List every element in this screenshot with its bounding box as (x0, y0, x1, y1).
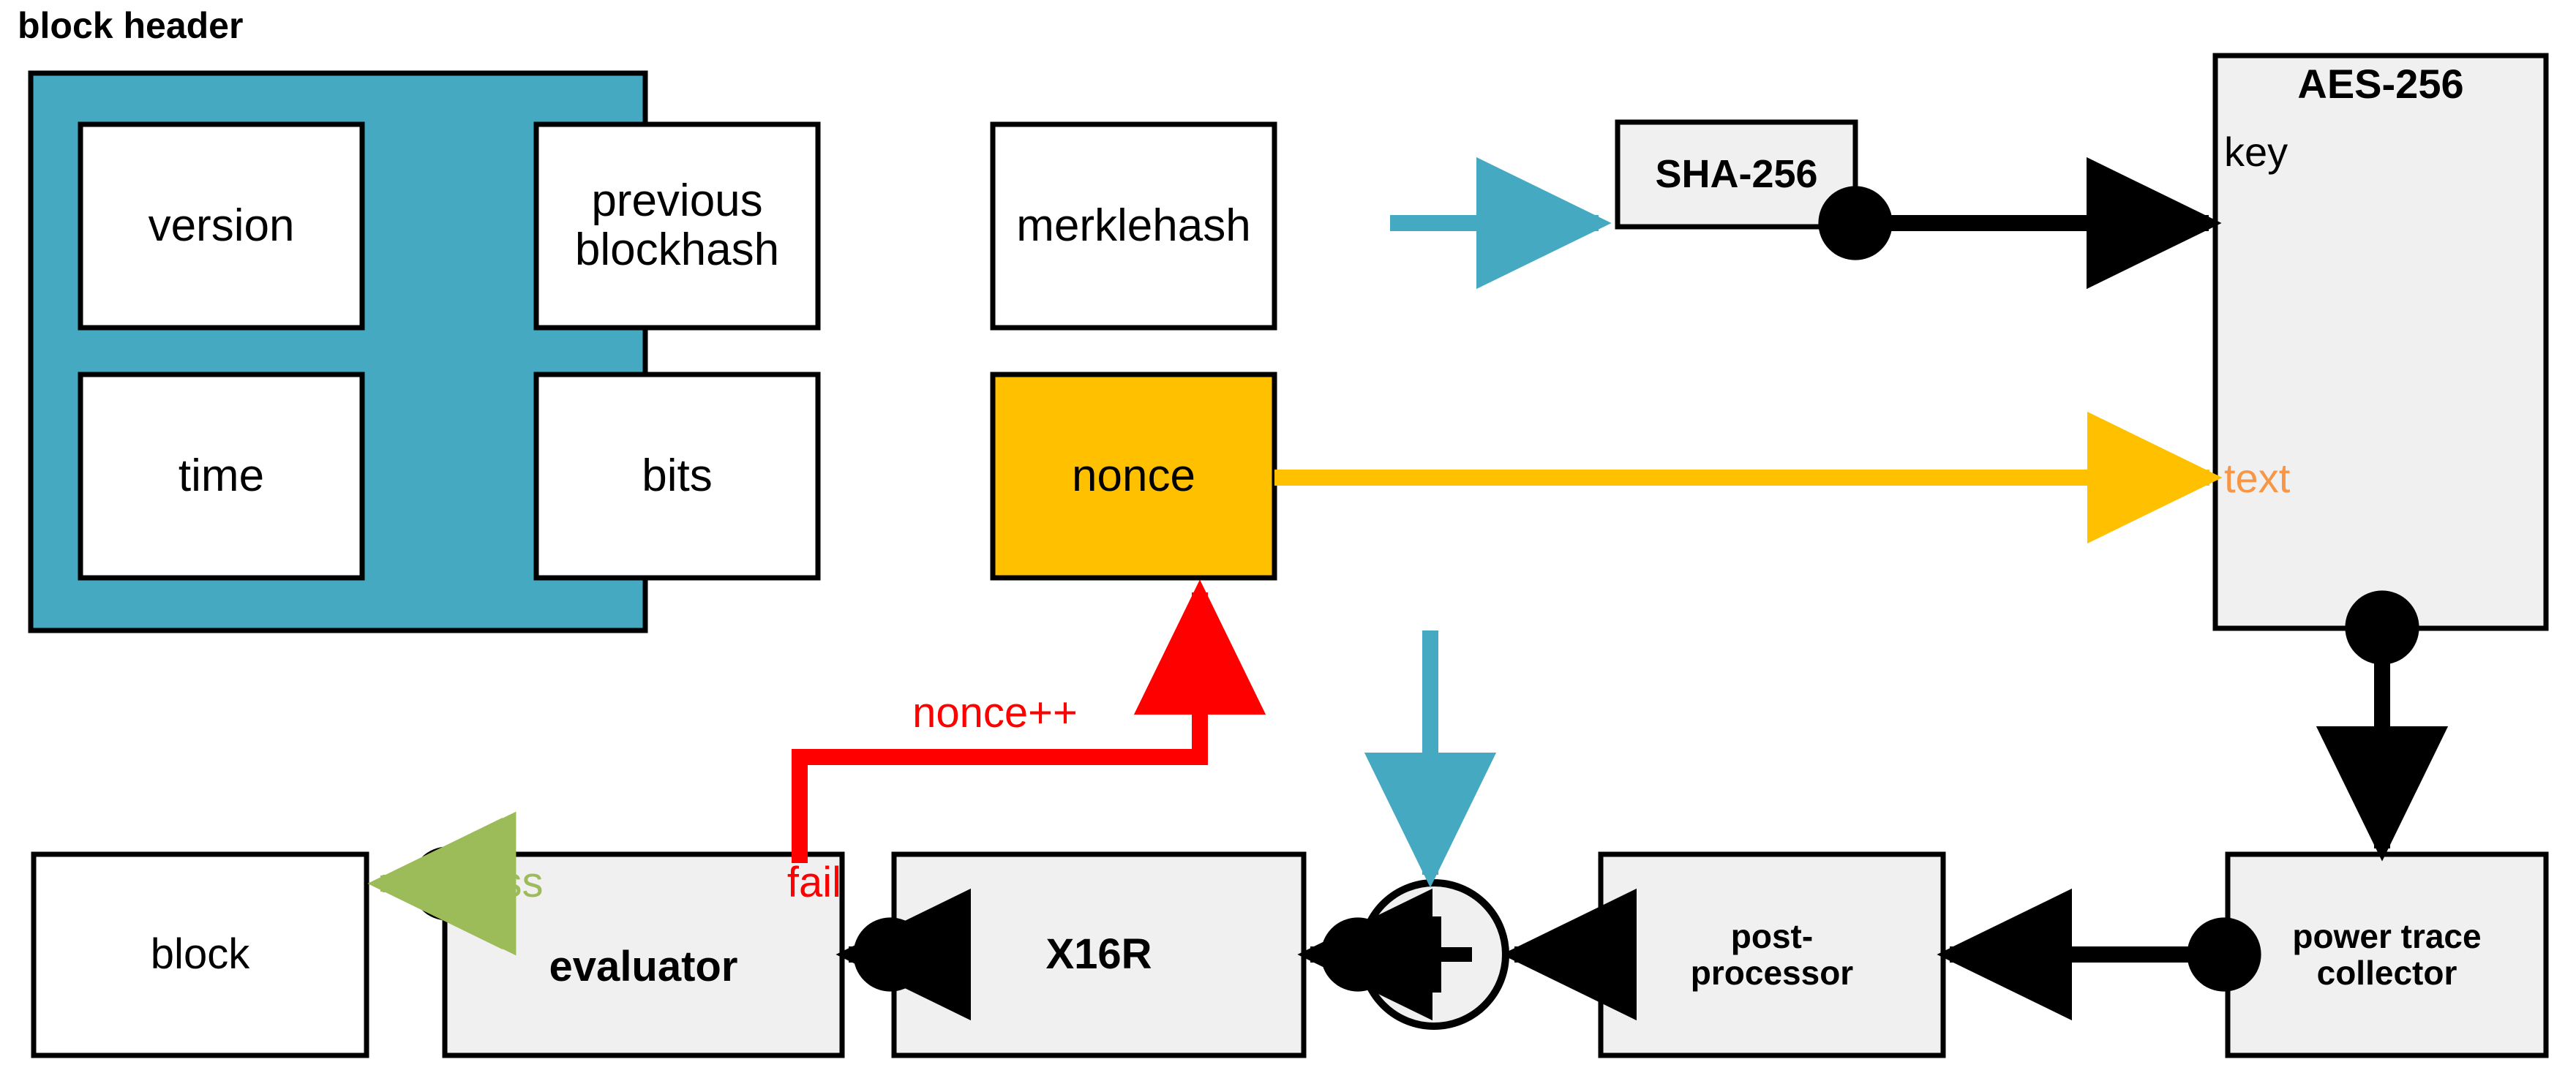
field-box-previous-blockhash[interactable] (533, 121, 821, 331)
field-box-bits[interactable] (533, 372, 821, 581)
node-box-evaluator[interactable] (442, 851, 845, 1058)
node-box-aes256[interactable] (2212, 53, 2549, 631)
node-box-sha256[interactable] (1615, 119, 1858, 230)
field-box-version[interactable] (78, 121, 365, 331)
field-box-time[interactable] (78, 372, 365, 581)
node-box-block[interactable] (31, 851, 369, 1058)
edge-evaluator-fail-to-nonce (792, 579, 1266, 863)
field-box-merklehash[interactable] (990, 121, 1277, 331)
node-box-x16r[interactable] (891, 851, 1307, 1058)
diagram-svg (28, 53, 2549, 1058)
field-box-nonce[interactable] (990, 372, 1277, 581)
diagram-canvas: block header version previous blockhash … (0, 0, 2576, 1092)
node-box-power-trace-collector[interactable] (2225, 851, 2549, 1058)
node-box-post-processor[interactable] (1598, 851, 1946, 1058)
